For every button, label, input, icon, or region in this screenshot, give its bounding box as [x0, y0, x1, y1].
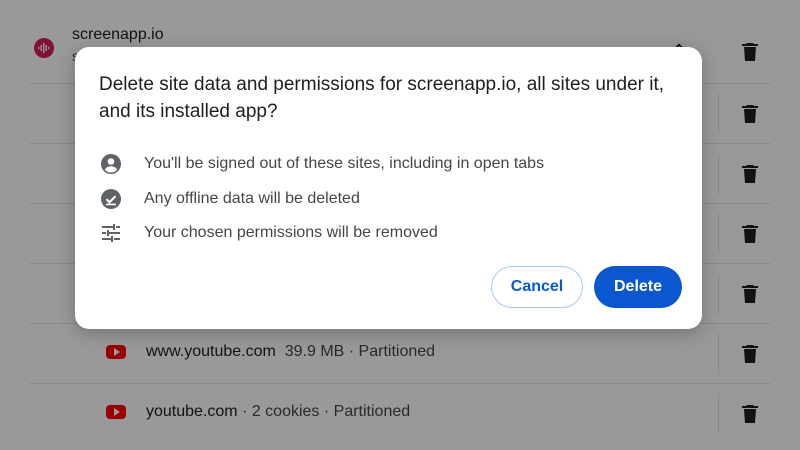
- delete-button[interactable]: Delete: [594, 266, 682, 308]
- info-text: Any offline data will be deleted: [144, 190, 360, 207]
- info-row-offline-data: Any offline data will be deleted: [99, 187, 679, 211]
- info-text: You'll be signed out of these sites, inc…: [144, 155, 545, 172]
- dialog-title: Delete site data and permissions for scr…: [99, 74, 665, 122]
- tune-sliders-icon: [102, 224, 120, 242]
- info-row-permissions: Your chosen permissions will be removed: [99, 221, 679, 245]
- offline-data-icon: [101, 189, 121, 209]
- info-row-sign-out: You'll be signed out of these sites, inc…: [99, 152, 679, 176]
- info-text: Your chosen permissions will be removed: [144, 224, 438, 241]
- cancel-button[interactable]: Cancel: [491, 266, 583, 308]
- delete-site-data-dialog: Delete site data and permissions for scr…: [75, 47, 702, 329]
- account-circle-icon: [101, 154, 121, 174]
